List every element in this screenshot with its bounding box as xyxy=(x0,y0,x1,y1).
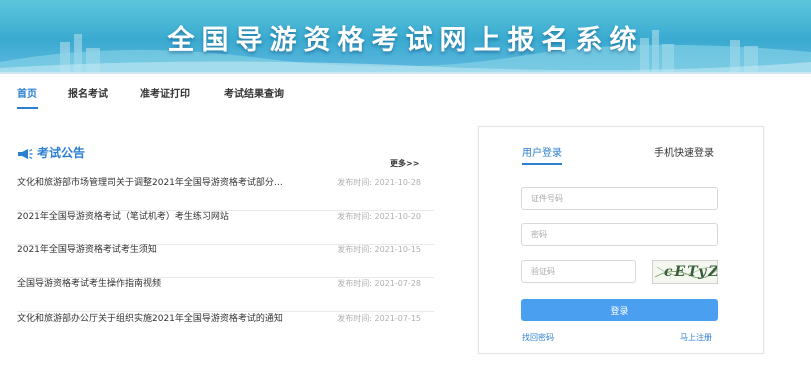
captcha-text: cETyZ xyxy=(664,264,718,280)
nav-active-indicator xyxy=(17,107,38,109)
notice-date: 发布时间: 2021-07-28 xyxy=(337,279,421,288)
notice-title[interactable]: 文化和旅游部办公厅关于组织实施2021年全国导游资格考试的通知 xyxy=(17,312,322,326)
nav-admission-ticket[interactable]: 准考证打印 xyxy=(140,85,190,100)
nav-register-exam[interactable]: 报名考试 xyxy=(68,85,108,100)
notice-date: 发布时间: 2021-07-15 xyxy=(337,314,421,323)
notice-title[interactable]: 全国导游资格考试考生操作指南视频 xyxy=(17,277,317,291)
notice-date: 发布时间: 2021-10-15 xyxy=(337,245,421,254)
notice-date: 发布时间: 2021-10-28 xyxy=(337,178,421,187)
nav-home[interactable]: 首页 xyxy=(17,85,37,100)
notice-title[interactable]: 2021年全国导游资格考试考生须知 xyxy=(17,243,317,257)
tab-user-login[interactable]: 用户登录 xyxy=(522,147,562,165)
notice-title[interactable]: 文化和旅游部市场管理司关于调整2021年全国导游资格考试部分… xyxy=(17,176,317,190)
password-input[interactable] xyxy=(521,223,718,246)
page-title: 全国导游资格考试网上报名系统 xyxy=(167,25,644,56)
nav-divider xyxy=(0,72,811,74)
notice-row[interactable]: 文化和旅游部办公厅关于组织实施2021年全国导游资格考试的通知 发布时间: 20… xyxy=(17,312,434,346)
captcha-input[interactable] xyxy=(521,260,636,283)
more-link[interactable]: 更多>> xyxy=(390,158,419,169)
id-number-input[interactable] xyxy=(521,187,718,210)
register-link[interactable]: 马上注册 xyxy=(680,332,712,343)
tab-phone-login[interactable]: 手机快速登录 xyxy=(654,147,714,161)
captcha-image[interactable]: cETyZ xyxy=(652,260,718,284)
nav-result-query[interactable]: 考试结果查询 xyxy=(224,85,284,100)
megaphone-icon xyxy=(18,148,33,159)
notice-row[interactable]: 全国导游资格考试考生操作指南视频 发布时间: 2021-07-28 xyxy=(17,277,434,312)
notice-row[interactable]: 2021年全国导游资格考试（笔试机考）考生练习网站 发布时间: 2021-10-… xyxy=(17,210,434,245)
forgot-password-link[interactable]: 找回密码 xyxy=(522,332,554,343)
notice-title[interactable]: 2021年全国导游资格考试（笔试机考）考生练习网站 xyxy=(17,210,317,224)
notice-row[interactable]: 2021年全国导游资格考试考生须知 发布时间: 2021-10-15 xyxy=(17,243,434,278)
login-button[interactable]: 登录 xyxy=(521,299,718,321)
notice-heading: 考试公告 xyxy=(17,144,85,161)
notice-heading-label: 考试公告 xyxy=(37,146,86,160)
login-panel: 用户登录 手机快速登录 cETyZ 登录 找回密码 马上注册 xyxy=(478,126,764,354)
notice-date: 发布时间: 2021-10-20 xyxy=(337,212,421,221)
notice-row[interactable]: 文化和旅游部市场管理司关于调整2021年全国导游资格考试部分… 发布时间: 20… xyxy=(17,176,434,211)
header-banner: 全国导游资格考试网上报名系统 xyxy=(0,0,811,72)
